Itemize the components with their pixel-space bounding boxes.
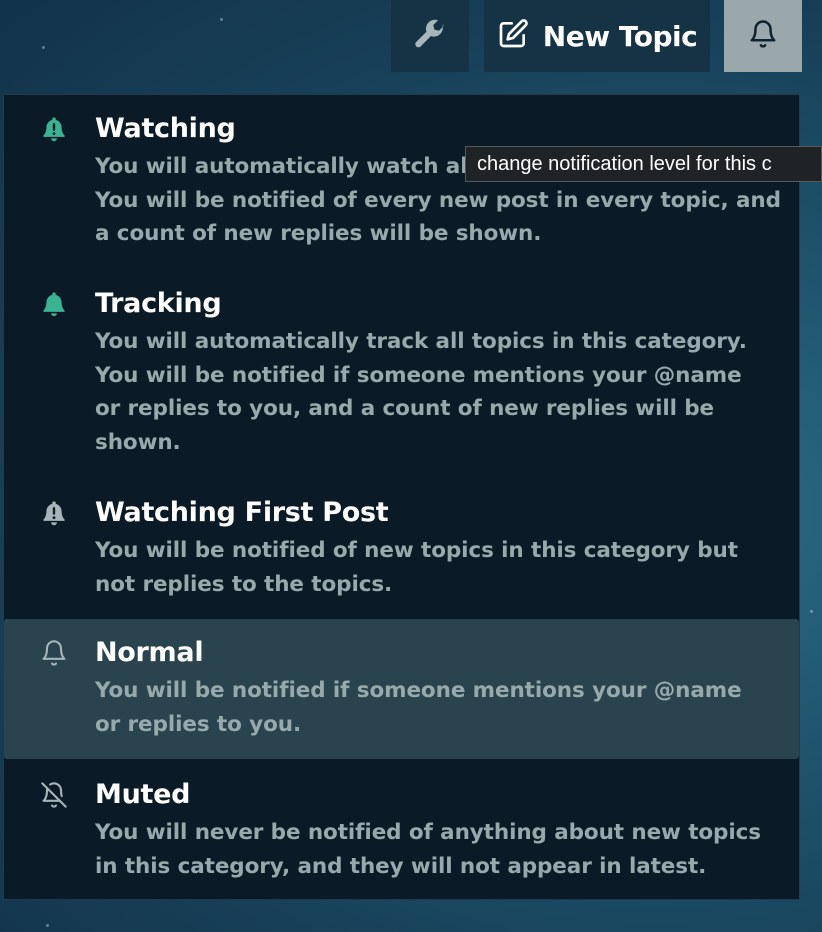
background-star (220, 18, 223, 21)
description-line: You will be notified if someone mentions… (95, 678, 742, 703)
bell-slash-icon (40, 781, 68, 809)
notification-level-button[interactable] (724, 0, 802, 72)
notification-level-tooltip: change notification level for this c (465, 146, 822, 182)
option-description: You will be notified of new topics in th… (95, 534, 775, 601)
description-line: a count of new replies will be shown. (95, 221, 542, 246)
wrench-icon (413, 17, 447, 55)
notification-option-watching-first-post[interactable]: Watching First Post You will be notified… (4, 483, 799, 613)
option-title: Normal (95, 637, 204, 668)
notification-option-tracking[interactable]: Tracking You will automatically track al… (4, 273, 799, 475)
description-line: You will never be notified of anything a… (95, 820, 761, 845)
notification-level-dropdown: Watching You will automatically watch al… (3, 94, 800, 900)
bell-exclamation-icon (40, 499, 68, 527)
option-title: Watching First Post (95, 497, 389, 528)
option-description: You will automatically track all topics … (95, 325, 775, 459)
description-line: You will be notified of every new post i… (95, 187, 781, 213)
bell-exclamation-icon (40, 115, 68, 143)
background-star (42, 46, 45, 49)
description-line: or replies to you. (95, 711, 302, 737)
bell-icon (40, 290, 68, 318)
description-line: not replies to the topics. (95, 571, 393, 597)
new-topic-button[interactable]: New Topic (484, 0, 710, 72)
option-title: Tracking (95, 288, 222, 319)
new-topic-label: New Topic (542, 19, 698, 53)
background-star (46, 924, 49, 927)
description-line: or replies to you, and a count of new re… (95, 396, 715, 421)
bell-outline-icon (40, 639, 68, 667)
notification-option-normal[interactable]: Normal You will be notified if someone m… (4, 619, 799, 759)
option-title: Muted (95, 779, 191, 810)
description-line: in this category, and they will not appe… (95, 853, 707, 879)
notification-option-muted[interactable]: Muted You will never be notified of anyt… (4, 765, 799, 895)
option-description: You will never be notified of anything a… (95, 816, 775, 883)
description-line: You will be notified of new topics in th… (95, 538, 738, 563)
description-line: shown. (95, 429, 181, 455)
option-title: Watching (95, 113, 236, 144)
bell-icon (748, 18, 778, 54)
background-star (810, 610, 813, 613)
edit-icon (497, 18, 529, 54)
category-admin-button[interactable] (391, 0, 469, 72)
option-description: You will be notified if someone mentions… (95, 674, 775, 741)
description-line: You will automatically track all topics … (95, 329, 747, 354)
description-line: You will be notified if someone mentions… (95, 362, 742, 388)
